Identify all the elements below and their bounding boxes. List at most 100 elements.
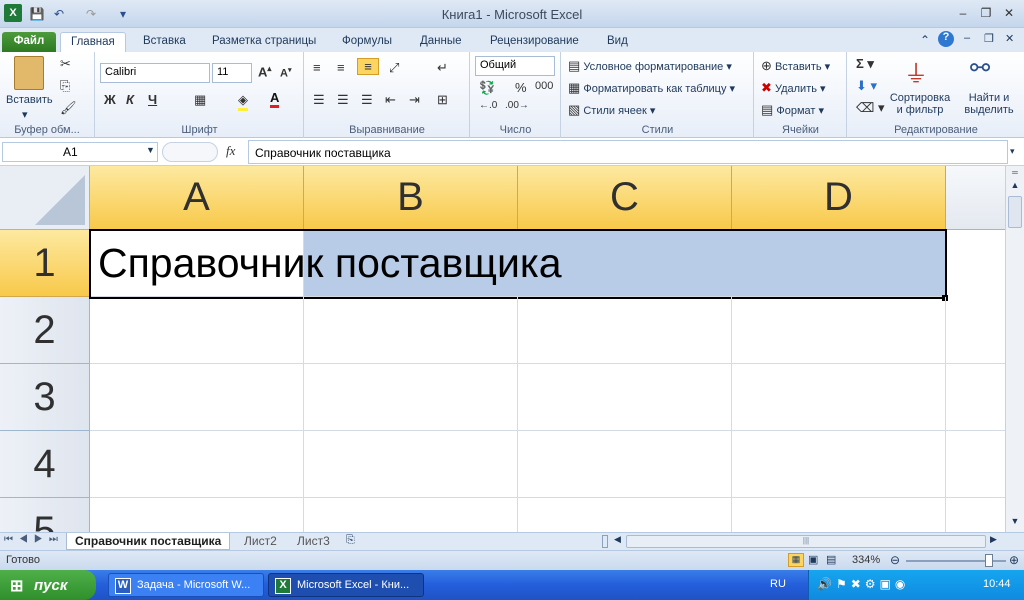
language-indicator[interactable]: RU xyxy=(770,578,786,590)
conditional-formatting-button[interactable]: ▤ Условное форматирование ▾ xyxy=(568,58,732,74)
name-box[interactable]: A1 xyxy=(2,142,158,162)
tray-icons[interactable]: 🔊⚑✖⚙▣◉ xyxy=(817,577,909,591)
tab-data[interactable]: Данные xyxy=(410,32,472,52)
underline-button[interactable]: Ч xyxy=(148,92,157,107)
thousands-button[interactable]: 000 xyxy=(535,80,553,92)
align-bottom-icon[interactable]: ≡ xyxy=(357,58,379,75)
grow-font-icon[interactable]: A▴ xyxy=(258,64,271,79)
doc-restore-icon[interactable]: ❐ xyxy=(984,32,994,45)
row-header-2[interactable]: 2 xyxy=(0,297,90,364)
zoom-out-icon[interactable]: ⊖ xyxy=(890,553,900,567)
hscroll-right-icon[interactable]: ▶ xyxy=(990,534,997,545)
increase-indent-icon[interactable]: ⇥ xyxy=(409,92,420,108)
fill-color-icon[interactable]: ◈ xyxy=(238,92,248,111)
hscroll-left-icon[interactable]: ◀ xyxy=(614,534,621,545)
row-header-3[interactable]: 3 xyxy=(0,364,90,431)
page-break-view-icon[interactable]: ▤ xyxy=(826,553,836,566)
orientation-icon[interactable]: ⤢ xyxy=(389,60,399,76)
format-cells-button[interactable]: ▤ Формат ▾ xyxy=(761,102,824,118)
sheet-tab-1[interactable]: Справочник поставщика xyxy=(66,533,231,550)
insert-sheet-icon[interactable]: ⎘ xyxy=(346,534,355,547)
decrease-decimal-icon[interactable]: .00→ xyxy=(505,100,529,111)
insert-cells-button[interactable]: ⊕ Вставить ▾ xyxy=(761,58,830,74)
align-center-icon[interactable]: ☰ xyxy=(337,92,349,108)
wrap-text-icon[interactable]: ↵ xyxy=(437,60,448,76)
sheet-tab-2[interactable]: Лист2 xyxy=(236,533,285,550)
paste-dropdown-icon[interactable]: ▾ xyxy=(22,108,28,121)
decrease-indent-icon[interactable]: ⇤ xyxy=(385,92,396,108)
name-box-dropdown-icon[interactable]: ▼ xyxy=(146,145,155,155)
increase-decimal-icon[interactable]: ←.0 xyxy=(479,100,497,111)
row-header-5[interactable]: 5 xyxy=(0,498,90,532)
vertical-scrollbar[interactable]: ═ ▲ ▼ xyxy=(1005,166,1024,532)
paste-button[interactable]: Вставить xyxy=(6,94,53,106)
page-layout-view-icon[interactable]: ▣ xyxy=(808,553,818,566)
tab-formulas[interactable]: Формулы xyxy=(332,32,402,52)
number-format-select[interactable]: Общий xyxy=(475,56,555,76)
taskbar-item-excel[interactable]: X Microsoft Excel - Кни... xyxy=(268,573,424,597)
sheet-tab-3[interactable]: Лист3 xyxy=(289,533,338,550)
percent-button[interactable]: % xyxy=(515,80,527,95)
row-header-4[interactable]: 4 xyxy=(0,431,90,498)
delete-cells-button[interactable]: ✖ Удалить ▾ xyxy=(761,80,826,96)
tab-view[interactable]: Вид xyxy=(597,32,638,52)
align-top-icon[interactable]: ≡ xyxy=(313,60,321,75)
zoom-level[interactable]: 334% xyxy=(852,554,880,566)
tab-review[interactable]: Рецензирование xyxy=(480,32,589,52)
column-header-e[interactable] xyxy=(946,166,1005,230)
sheet-nav-icons[interactable]: ⏮◀▶⏭ xyxy=(4,534,64,545)
scroll-down-icon[interactable]: ▼ xyxy=(1008,516,1022,528)
doc-minimize-icon[interactable]: – xyxy=(964,32,970,44)
paste-icon[interactable] xyxy=(14,56,44,90)
currency-icon[interactable]: 💱 xyxy=(479,80,495,96)
help-icon[interactable]: ? xyxy=(938,31,954,47)
align-right-icon[interactable]: ☰ xyxy=(361,92,373,108)
font-name-select[interactable]: Calibri xyxy=(100,63,210,83)
sort-filter-icon[interactable]: ⏚ xyxy=(904,54,928,89)
tab-insert[interactable]: Вставка xyxy=(133,32,196,52)
column-header-c[interactable]: C xyxy=(518,166,732,230)
cut-icon[interactable]: ✂ xyxy=(60,56,71,72)
shrink-font-icon[interactable]: A▾ xyxy=(280,66,291,80)
tab-file[interactable]: Файл xyxy=(2,32,56,52)
zoom-slider-thumb[interactable] xyxy=(985,554,993,567)
find-select-button[interactable]: Найти и выделить xyxy=(958,92,1020,116)
font-size-select[interactable]: 11 xyxy=(212,63,252,83)
font-color-icon[interactable]: A xyxy=(270,90,280,108)
clear-icon[interactable]: ⌫ ▾ xyxy=(856,100,885,116)
column-header-b[interactable]: B xyxy=(304,166,518,230)
align-middle-icon[interactable]: ≡ xyxy=(337,60,345,75)
row-header-1[interactable]: 1 xyxy=(0,230,90,297)
start-button[interactable]: ⊞ пуск xyxy=(0,570,96,600)
format-painter-icon[interactable]: 🖌 xyxy=(60,100,77,116)
hscroll-thumb[interactable]: ||| xyxy=(626,535,986,548)
column-header-a[interactable]: A xyxy=(90,166,304,230)
fill-icon[interactable]: ⬇ ▾ xyxy=(856,78,877,94)
formula-input[interactable]: Справочник поставщика xyxy=(248,140,1008,164)
bold-button[interactable]: Ж xyxy=(104,92,116,107)
copy-icon[interactable]: ⎘ xyxy=(60,78,70,94)
tab-home[interactable]: Главная xyxy=(60,32,126,52)
sort-filter-button[interactable]: Сортировка и фильтр xyxy=(886,92,954,116)
borders-icon[interactable]: ▦ xyxy=(194,92,206,108)
close-icon[interactable]: ✕ xyxy=(1000,6,1018,22)
expand-formula-icon[interactable]: ▾ xyxy=(1010,146,1015,157)
cell-styles-button[interactable]: ▧ Стили ячеек ▾ xyxy=(568,102,655,118)
italic-button[interactable]: К xyxy=(126,92,134,107)
column-header-d[interactable]: D xyxy=(732,166,946,230)
binoculars-icon[interactable]: ⚯ xyxy=(970,54,990,83)
tab-split-handle[interactable] xyxy=(602,535,608,548)
scroll-up-icon[interactable]: ▲ xyxy=(1008,180,1022,192)
doc-close-icon[interactable]: ✕ xyxy=(1005,32,1014,45)
split-handle-icon[interactable]: ═ xyxy=(1009,168,1021,177)
align-left-icon[interactable]: ☰ xyxy=(313,92,325,108)
minimize-icon[interactable]: – xyxy=(954,6,972,22)
zoom-in-icon[interactable]: ⊕ xyxy=(1009,553,1019,567)
tab-page-layout[interactable]: Разметка страницы xyxy=(202,32,326,52)
taskbar-item-word[interactable]: W Задача - Microsoft W... xyxy=(108,573,264,597)
normal-view-icon[interactable]: ▦ xyxy=(788,553,804,567)
format-as-table-button[interactable]: ▦ Форматировать как таблицу ▾ xyxy=(568,80,735,96)
merge-center-icon[interactable]: ⊞ xyxy=(437,92,448,108)
select-all-corner[interactable] xyxy=(0,166,90,230)
autosum-icon[interactable]: Σ ▾ xyxy=(856,56,874,72)
